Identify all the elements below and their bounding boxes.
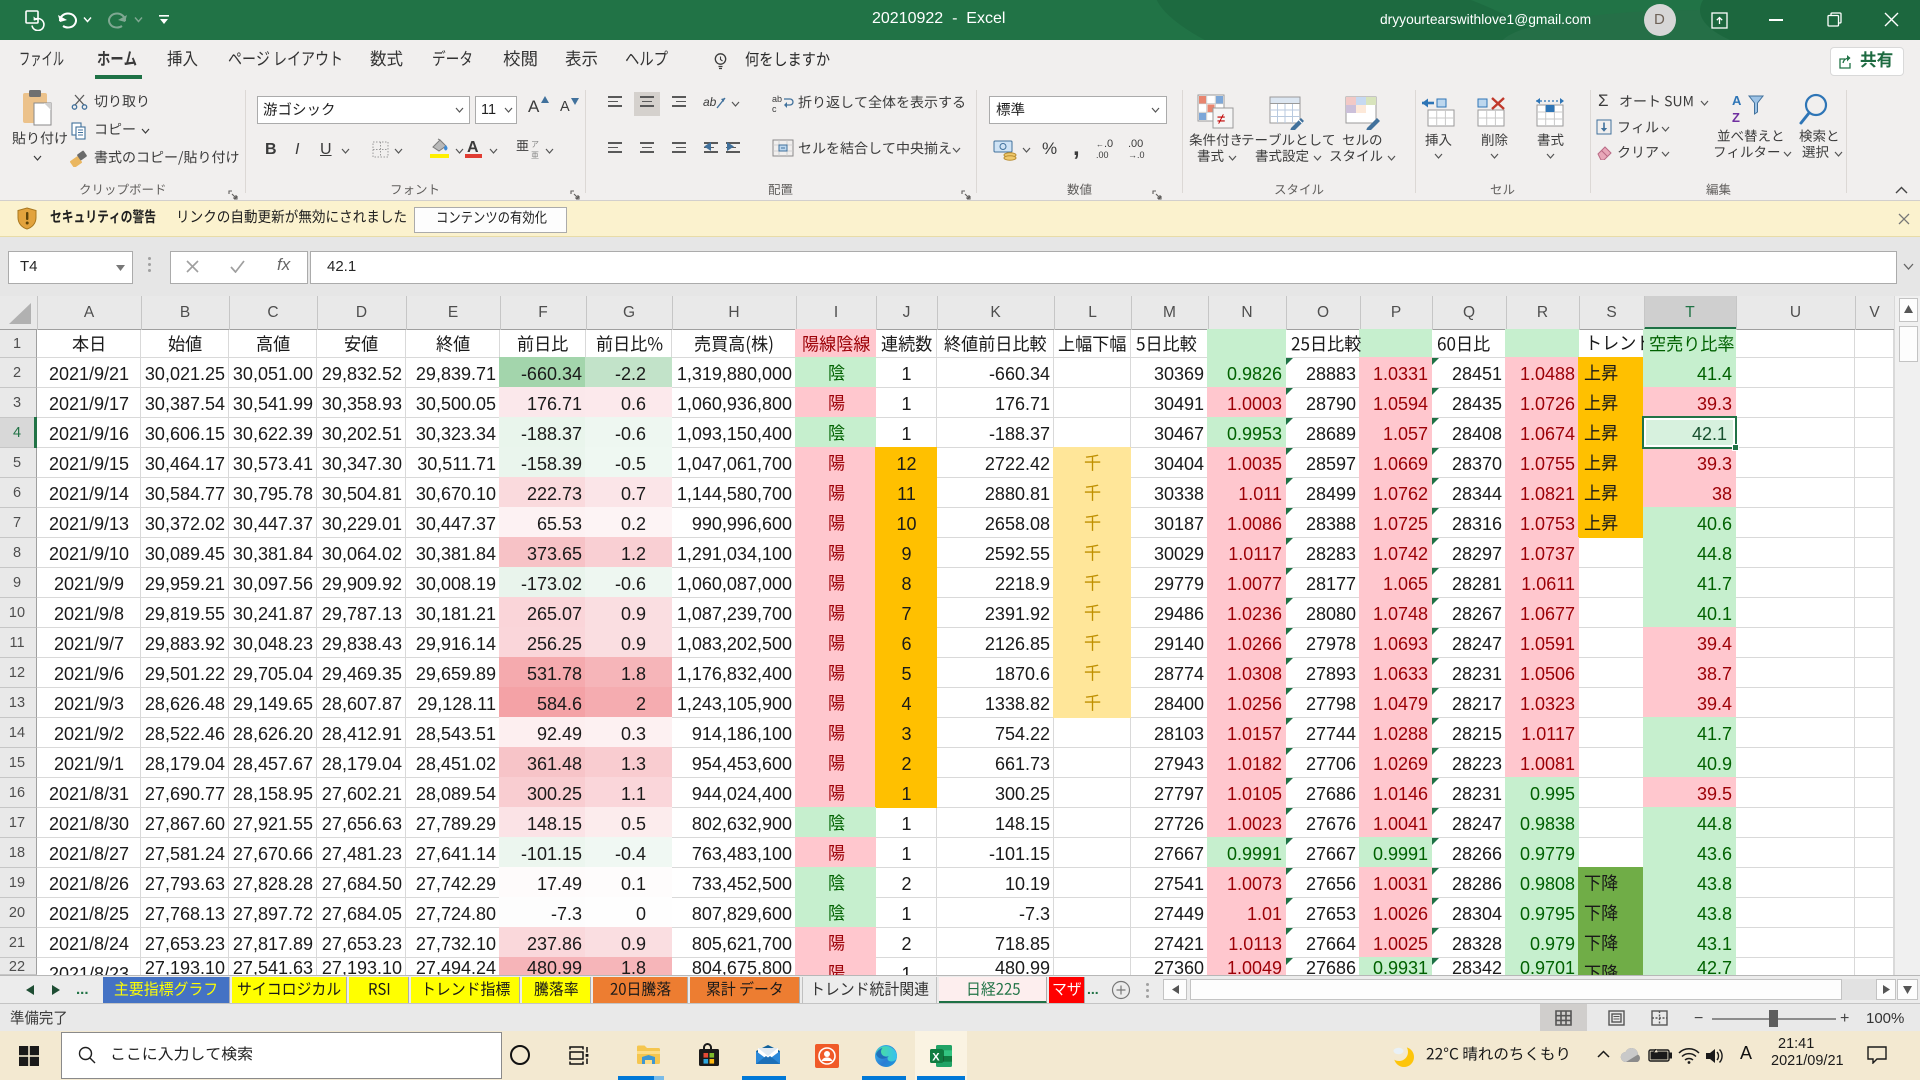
svg-text:ab: ab [772, 94, 782, 104]
svg-text:A: A [1732, 93, 1742, 108]
svg-text:c: c [772, 104, 777, 113]
svg-text:Z: Z [1732, 110, 1740, 125]
svg-text:≠: ≠ [1217, 111, 1225, 128]
svg-text:ab: ab [703, 95, 717, 109]
svg-text:X: X [932, 1051, 940, 1063]
